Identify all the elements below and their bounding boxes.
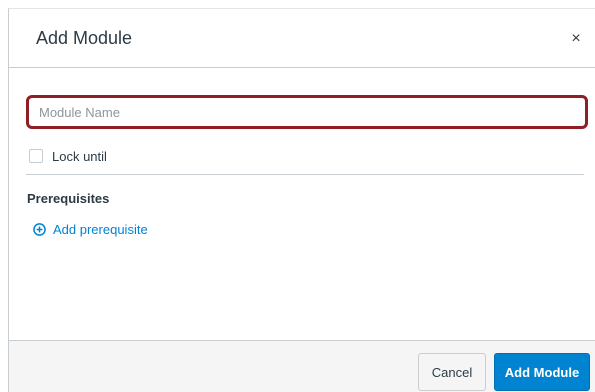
divider (26, 174, 584, 175)
lock-until-label: Lock until (52, 148, 107, 164)
prerequisites-heading: Prerequisites (27, 191, 110, 206)
dialog-header: Add Module × (9, 9, 595, 68)
lock-until-checkbox[interactable] (29, 149, 43, 163)
plus-circle-icon (33, 223, 46, 236)
cancel-button[interactable]: Cancel (418, 353, 486, 391)
add-module-button[interactable]: Add Module (494, 353, 590, 391)
module-name-input[interactable] (26, 95, 588, 129)
add-prerequisite-link[interactable]: Add prerequisite (33, 222, 148, 237)
lock-until-row: Lock until (29, 147, 107, 165)
add-module-dialog: Add Module × Lock until Prerequisites Ad… (8, 8, 595, 392)
add-prerequisite-label: Add prerequisite (53, 222, 148, 237)
dialog-title: Add Module (36, 28, 133, 48)
dialog-footer: Cancel Add Module (9, 340, 595, 392)
close-icon[interactable]: × (567, 30, 585, 48)
